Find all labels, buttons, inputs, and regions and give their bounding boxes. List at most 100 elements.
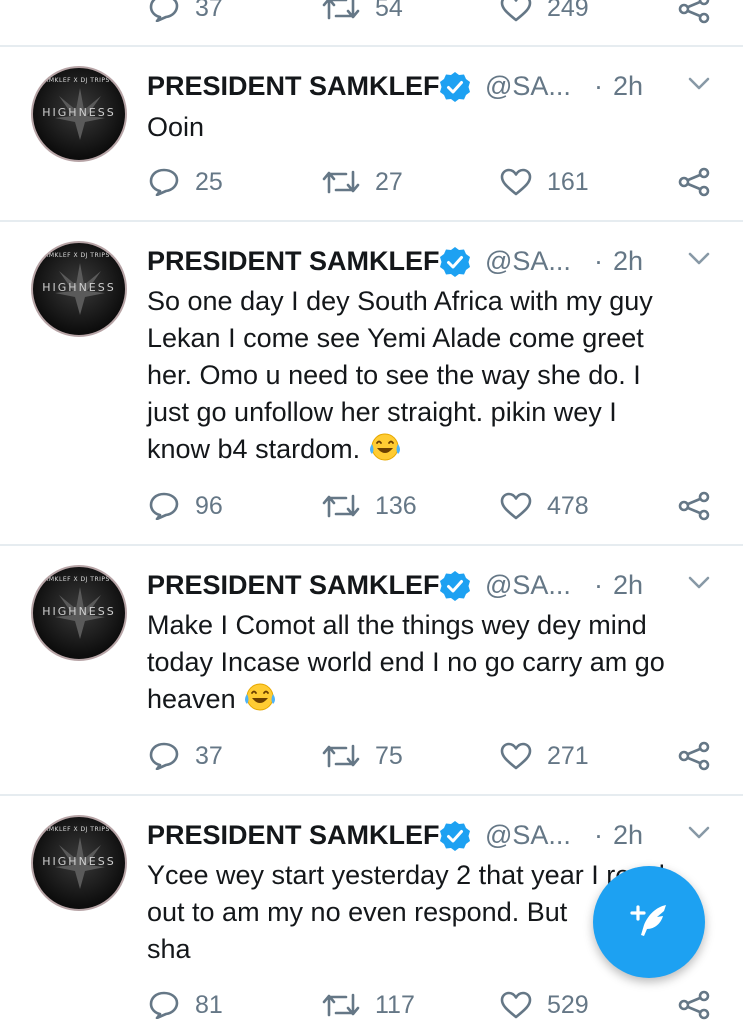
separator-dot: · <box>594 820 603 850</box>
heart-icon <box>500 0 532 22</box>
reply-count: 25 <box>195 167 223 196</box>
compose-tweet-button[interactable] <box>593 866 705 978</box>
reply-count: 96 <box>195 491 223 520</box>
retweet-icon <box>322 494 360 518</box>
like-button[interactable]: 529 <box>500 991 589 1019</box>
verified-badge-icon <box>440 821 470 851</box>
retweet-button[interactable]: 54 <box>322 0 403 22</box>
like-button[interactable]: 161 <box>500 168 589 196</box>
retweet-count: 54 <box>375 0 403 22</box>
display-name[interactable]: PRESIDENT SAMKLEF <box>147 822 440 849</box>
avatar-ring-text: SAMKLEF X DJ TRIPSTA <box>39 576 119 583</box>
retweet-icon <box>322 170 360 194</box>
tweet-card[interactable]: SAMKLEF X DJ TRIPSTA HIGHNESS PRESIDENT … <box>0 47 743 220</box>
heart-icon <box>500 991 532 1019</box>
share-button[interactable] <box>678 0 710 29</box>
retweet-count: 136 <box>375 491 417 520</box>
reply-icon <box>149 0 179 22</box>
share-icon <box>678 741 710 771</box>
avatar[interactable]: SAMKLEF X DJ TRIPSTA HIGHNESS <box>31 815 127 911</box>
like-button[interactable]: 478 <box>500 492 589 520</box>
retweet-count: 75 <box>375 741 403 770</box>
timestamp[interactable]: 2h <box>613 822 643 849</box>
face-with-tears-of-joy-emoji <box>245 683 276 711</box>
avatar[interactable]: SAMKLEF X DJ TRIPSTA HIGHNESS <box>31 66 127 162</box>
tweet-text: So one day I dey South Africa with my gu… <box>147 286 653 464</box>
share-button[interactable] <box>678 741 710 776</box>
reply-button[interactable]: 37 <box>148 0 223 22</box>
reply-button[interactable]: 96 <box>148 492 223 520</box>
like-count: 161 <box>547 167 589 196</box>
timestamp[interactable]: 2h <box>613 572 643 599</box>
like-count: 271 <box>547 741 589 770</box>
user-handle[interactable]: @SA... <box>485 248 571 275</box>
verified-badge-icon <box>440 571 470 601</box>
timestamp[interactable]: 2h <box>613 73 643 100</box>
tweet-card[interactable]: SAMKLEF X DJ TRIPSTA HIGHNESS PRESIDENT … <box>0 222 743 544</box>
tweet-card[interactable]: SAMKLEF X DJ TRIPSTA HIGHNESS PRESIDENT … <box>0 546 743 794</box>
like-button[interactable]: 249 <box>500 0 589 22</box>
like-button[interactable]: 271 <box>500 742 589 770</box>
avatar-ring-text: SAMKLEF X DJ TRIPSTA <box>39 77 119 84</box>
share-button[interactable] <box>678 990 710 1025</box>
reply-icon <box>149 492 179 520</box>
like-count: 478 <box>547 491 589 520</box>
share-icon <box>678 0 710 24</box>
avatar-logo-text: HIGHNESS <box>42 281 116 294</box>
reply-icon <box>149 742 179 770</box>
like-count: 249 <box>547 0 589 22</box>
separator-dot: · <box>594 570 603 600</box>
reply-count: 81 <box>195 990 223 1019</box>
avatar[interactable]: SAMKLEF X DJ TRIPSTA HIGHNESS <box>31 565 127 661</box>
chevron-down-icon[interactable] <box>688 252 710 266</box>
user-handle[interactable]: @SA... <box>485 822 571 849</box>
reply-count: 37 <box>195 741 223 770</box>
share-button[interactable] <box>678 167 710 202</box>
user-handle[interactable]: @SA... <box>485 572 571 599</box>
reply-count: 37 <box>195 0 223 22</box>
reply-icon <box>149 991 179 1019</box>
separator-dot: · <box>594 246 603 276</box>
avatar-ring-text: SAMKLEF X DJ TRIPSTA <box>39 826 119 833</box>
compose-tweet-icon <box>630 905 666 936</box>
face-with-tears-of-joy-emoji <box>369 433 400 461</box>
retweet-icon <box>322 744 360 768</box>
separator-dot: · <box>594 71 603 101</box>
chevron-down-icon[interactable] <box>688 77 710 91</box>
tweet-text: Make I Comot all the things wey dey mind… <box>147 610 665 714</box>
avatar-logo-text: HIGHNESS <box>42 855 116 868</box>
user-handle[interactable]: @SA... <box>485 73 571 100</box>
heart-icon <box>500 742 532 770</box>
avatar-logo-text: HIGHNESS <box>42 106 116 119</box>
chevron-down-icon[interactable] <box>688 826 710 840</box>
chevron-down-icon[interactable] <box>688 576 710 590</box>
heart-icon <box>500 492 532 520</box>
verified-badge-icon <box>440 247 470 277</box>
tweet-text: Ooin <box>147 112 205 142</box>
share-icon <box>678 491 710 521</box>
retweet-count: 117 <box>375 990 415 1019</box>
display-name[interactable]: PRESIDENT SAMKLEF <box>147 248 440 275</box>
avatar-ring-text: SAMKLEF X DJ TRIPSTA <box>39 252 119 259</box>
retweet-button[interactable]: 117 <box>322 991 415 1019</box>
avatar[interactable]: SAMKLEF X DJ TRIPSTA HIGHNESS <box>31 241 127 337</box>
retweet-button[interactable]: 75 <box>322 742 403 770</box>
reply-icon <box>149 168 179 196</box>
reply-button[interactable]: 25 <box>148 168 223 196</box>
heart-icon <box>500 168 532 196</box>
share-icon <box>678 990 710 1020</box>
display-name[interactable]: PRESIDENT SAMKLEF <box>147 572 440 599</box>
retweet-icon <box>322 993 360 1017</box>
reply-button[interactable]: 37 <box>148 742 223 770</box>
retweet-icon <box>322 0 360 20</box>
like-count: 529 <box>547 990 589 1019</box>
share-icon <box>678 167 710 197</box>
verified-badge-icon <box>440 72 470 102</box>
timestamp[interactable]: 2h <box>613 248 643 275</box>
retweet-button[interactable]: 27 <box>322 168 403 196</box>
reply-button[interactable]: 81 <box>148 991 223 1019</box>
retweet-button[interactable]: 136 <box>322 492 417 520</box>
avatar-logo-text: HIGHNESS <box>42 605 116 618</box>
display-name[interactable]: PRESIDENT SAMKLEF <box>147 73 440 100</box>
share-button[interactable] <box>678 491 710 526</box>
